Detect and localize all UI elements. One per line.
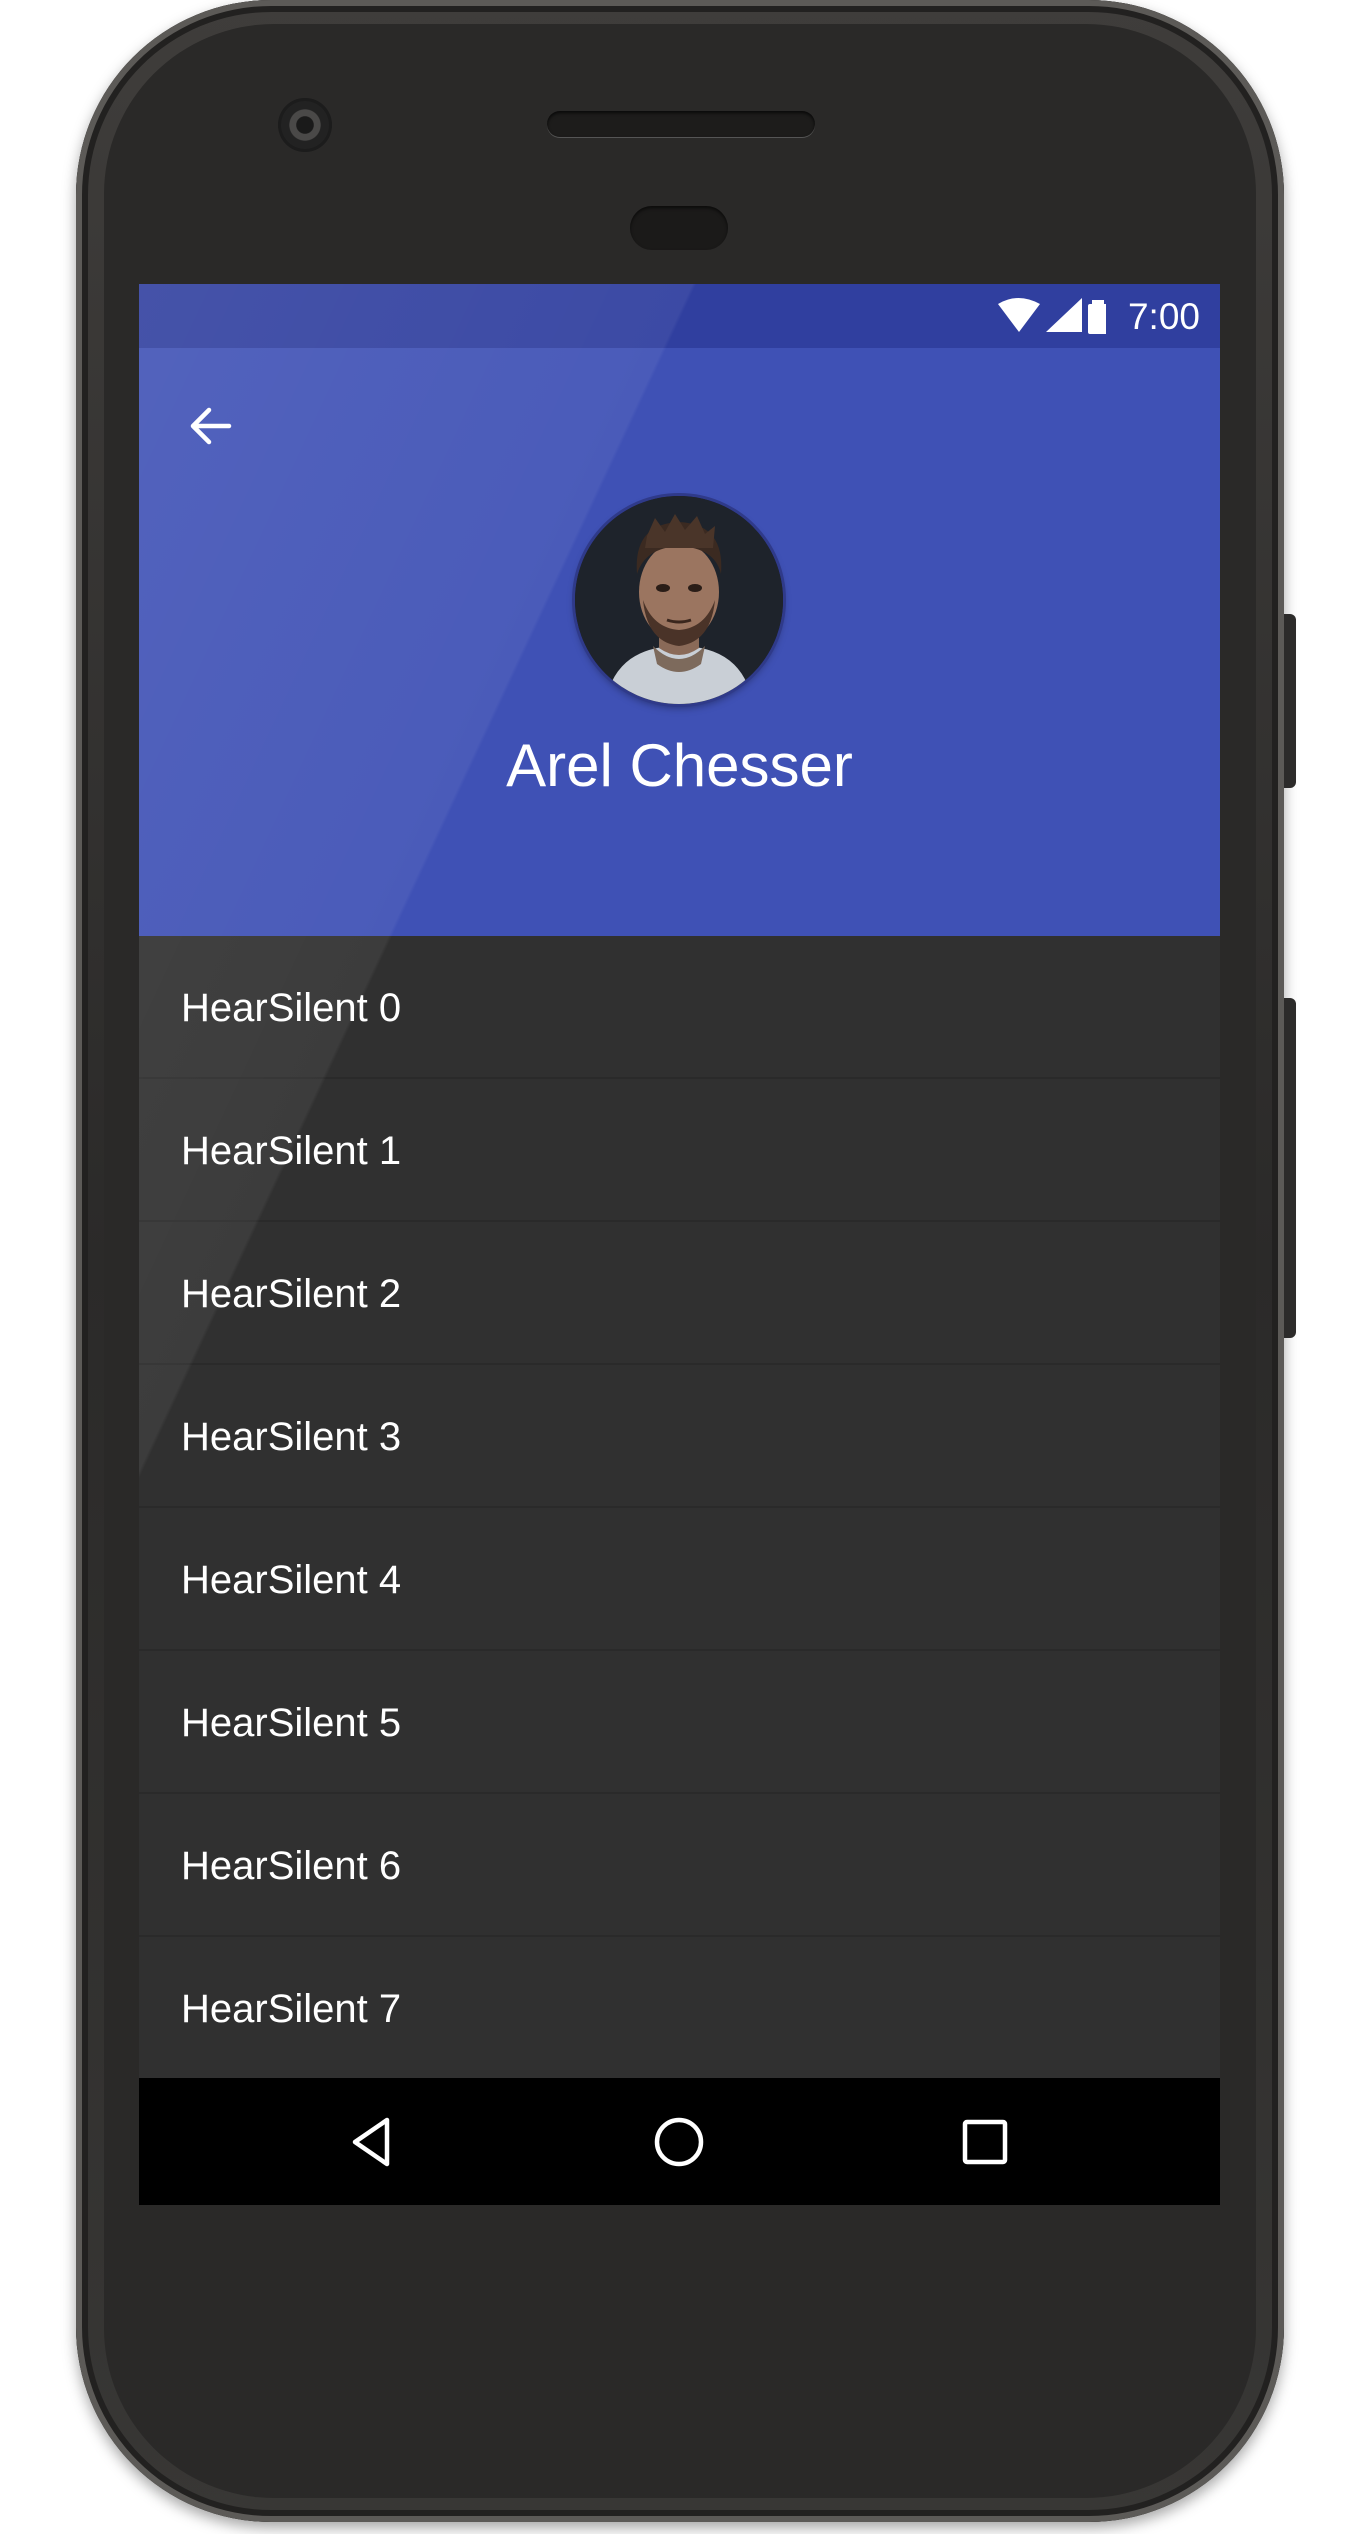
item-list: HearSilent 0 HearSilent 1 HearSilent 2 H… [139,936,1220,2080]
back-button[interactable] [179,394,243,458]
list-item-label: HearSilent 3 [181,1415,402,1459]
nav-recents-icon [962,2119,1008,2165]
navigation-bar [139,2078,1220,2205]
list-item-label: HearSilent 1 [181,1129,402,1173]
list-item[interactable]: HearSilent 2 [139,1222,1220,1365]
nav-back-button[interactable] [335,2104,411,2180]
profile-photo [575,496,783,704]
nav-back-icon [352,2117,390,2167]
volume-button [1284,998,1296,1338]
signal-icon [1046,298,1082,332]
screen: 7:00 Arel Chesser HearSilent 0 HearSilen… [139,284,1220,2205]
list-item[interactable]: HearSilent 4 [139,1508,1220,1651]
list-item-label: HearSilent 4 [181,1558,402,1602]
nav-home-button[interactable] [641,2104,717,2180]
proximity-sensor [630,206,728,250]
status-bar: 7:00 [139,284,1220,348]
profile-header: Arel Chesser [139,348,1220,936]
battery-icon [1088,300,1106,334]
list-item[interactable]: HearSilent 5 [139,1651,1220,1794]
arrow-left-icon [190,407,232,445]
list-item-label: HearSilent 6 [181,1844,402,1888]
earpiece-speaker [547,111,815,137]
nav-recents-button[interactable] [947,2104,1023,2180]
list-item[interactable]: HearSilent 7 [139,1937,1220,2080]
avatar [575,496,783,704]
power-button [1284,614,1296,788]
list-item-label: HearSilent 0 [181,986,402,1030]
front-camera [278,98,332,152]
list-item-label: HearSilent 7 [181,1987,402,2031]
status-icons [996,296,1106,336]
nav-home-icon [654,2117,704,2167]
profile-name: Arel Chesser [506,732,853,799]
list-item[interactable]: HearSilent 0 [139,936,1220,1079]
list-item-label: HearSilent 5 [181,1701,402,1745]
list-item-label: HearSilent 2 [181,1272,402,1316]
list-item[interactable]: HearSilent 3 [139,1365,1220,1508]
wifi-icon [998,298,1040,332]
list-item[interactable]: HearSilent 6 [139,1794,1220,1937]
status-time: 7:00 [1127,296,1200,337]
list-item[interactable]: HearSilent 1 [139,1079,1220,1222]
